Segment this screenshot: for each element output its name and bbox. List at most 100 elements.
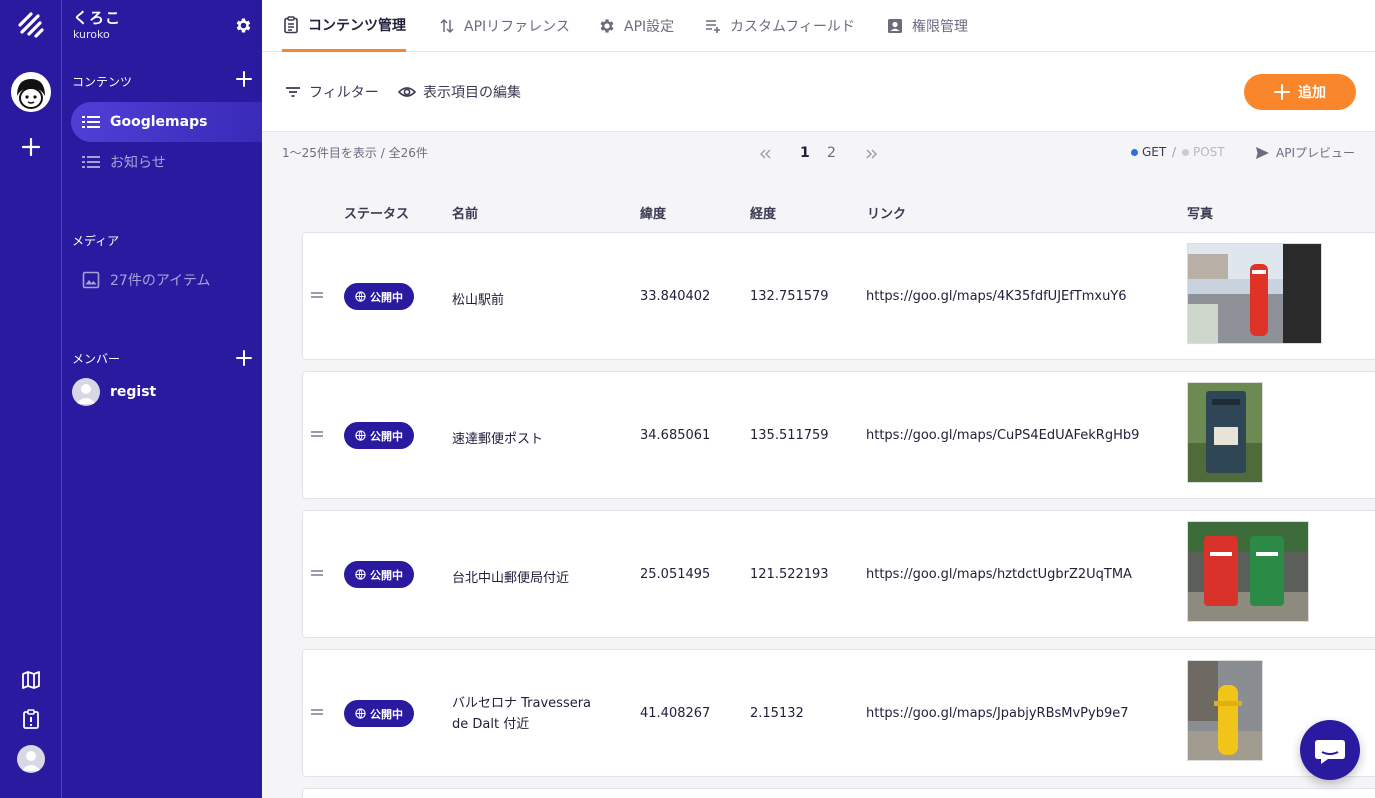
method-separator: / [1172, 145, 1177, 159]
cell-lng: 132.751579 [750, 289, 829, 304]
cell-name: バルセロナ Travessera de Dalt 付近 [452, 693, 612, 735]
cell-link: https://goo.gl/maps/CuPS4EdUAFekRgHb9 [866, 428, 1140, 443]
cell-lat: 25.051495 [640, 567, 711, 582]
tab-api-reference[interactable]: APIリファレンス [438, 0, 570, 52]
tab-label: カスタムフィールド [730, 19, 855, 35]
filter-button[interactable]: フィルター [284, 82, 379, 102]
status-badge: 公開中 [344, 561, 414, 588]
column-header-lng[interactable]: 経度 [750, 203, 776, 222]
main-panel: コンテンツ管理 APIリファレンス API設定 カスタムフィールド 権限管理 フ… [262, 0, 1375, 798]
column-header-photo[interactable]: 写真 [1187, 203, 1213, 222]
column-header-name[interactable]: 名前 [452, 203, 478, 222]
edit-columns-button[interactable]: 表示項目の編集 [398, 82, 521, 102]
cell-link: https://goo.gl/maps/4K35fdfUJEfTmxuY6 [866, 289, 1127, 304]
service-id: kuroko [73, 28, 110, 41]
add-member-icon[interactable] [236, 350, 252, 366]
cell-lat: 33.840402 [640, 289, 711, 304]
global-rail [0, 0, 62, 798]
status-badge: 公開中 [344, 283, 414, 310]
post-method-toggle[interactable]: POST [1182, 145, 1225, 159]
kuroko-face-icon [13, 74, 49, 110]
service-avatar[interactable] [11, 72, 51, 112]
cell-name-line: バルセロナ Travessera [452, 696, 592, 711]
cell-name: 速達郵便ポスト [452, 432, 544, 447]
tab-permissions[interactable]: 権限管理 [886, 0, 968, 52]
tab-label: API設定 [624, 19, 675, 35]
tab-api-settings[interactable]: API設定 [598, 0, 674, 52]
globe-icon [355, 291, 366, 302]
gear-icon[interactable] [234, 16, 253, 35]
tab-label: コンテンツ管理 [308, 17, 406, 34]
table-row[interactable]: 公開中 バルセロナ Travessera de Dalt 付近 41.40826… [302, 649, 1375, 777]
chat-bubble-icon [1315, 740, 1345, 764]
cell-name: 松山駅前 [452, 293, 505, 308]
api-preview-button[interactable]: APIプレビュー [1254, 144, 1355, 161]
column-header-status[interactable]: ステータス [344, 203, 409, 222]
cell-link: https://goo.gl/maps/JpabjyRBsMvPyb9e7 [866, 706, 1129, 721]
add-service-icon[interactable] [21, 137, 41, 157]
table-row[interactable]: 公開中 台北中山郵便局付近 25.051495 121.522193 https… [302, 510, 1375, 638]
edit-columns-label: 表示項目の編集 [423, 85, 521, 101]
cell-name-line: de Dalt 付近 [452, 717, 530, 732]
drag-handle-icon[interactable] [311, 708, 323, 716]
microcms-logo-icon[interactable] [16, 10, 46, 40]
page-2-link[interactable]: 2 [827, 145, 836, 161]
column-header-link[interactable]: リンク [867, 203, 906, 222]
account-avatar[interactable] [17, 745, 45, 773]
last-page-icon[interactable] [865, 147, 879, 161]
member-name: regist [110, 384, 157, 400]
drag-handle-icon[interactable] [311, 291, 323, 299]
photo-thumbnail [1187, 521, 1309, 622]
page-1-link[interactable]: 1 [800, 145, 810, 161]
clipboard-alert-icon[interactable] [20, 708, 42, 730]
member-item[interactable]: regist [72, 378, 156, 406]
sort-arrows-icon [440, 18, 454, 34]
user-icon [21, 751, 41, 771]
table-row[interactable] [302, 788, 1375, 798]
user-icon [76, 384, 96, 404]
get-label: GET [1142, 145, 1167, 159]
eye-icon [398, 87, 416, 97]
account-box-icon [888, 19, 902, 33]
sidebar-item-news[interactable]: お知らせ [82, 152, 166, 172]
first-page-icon[interactable] [758, 147, 772, 161]
status-label: 公開中 [370, 429, 403, 443]
add-content-button[interactable]: 追加 [1244, 74, 1356, 110]
tab-content-management[interactable]: コンテンツ管理 [282, 0, 406, 52]
map-icon[interactable] [20, 669, 42, 691]
table-row[interactable]: 公開中 速達郵便ポスト 34.685061 135.511759 https:/… [302, 371, 1375, 499]
list-toolbar: フィルター 表示項目の編集 追加 [262, 52, 1375, 132]
globe-icon [355, 708, 366, 719]
add-label: 追加 [1298, 84, 1326, 100]
members-section-label: メンバー [72, 352, 121, 366]
chat-support-button[interactable] [1300, 720, 1360, 780]
sidebar-item-media[interactable]: 27件のアイテム [82, 270, 210, 290]
contents-section-label: コンテンツ [72, 75, 133, 89]
post-label: POST [1193, 145, 1225, 159]
add-content-api-icon[interactable] [236, 71, 252, 87]
column-header-lat[interactable]: 緯度 [640, 203, 666, 222]
drag-handle-icon[interactable] [311, 569, 323, 577]
tab-label: 権限管理 [912, 19, 968, 35]
sidebar-item-googlemaps[interactable]: Googlemaps [71, 102, 262, 142]
cell-lat: 41.408267 [640, 706, 711, 721]
drag-handle-icon[interactable] [311, 430, 323, 438]
cell-lng: 135.511759 [750, 428, 829, 443]
photo-thumbnail [1187, 382, 1263, 483]
globe-icon [355, 430, 366, 441]
get-method-toggle[interactable]: GET [1131, 145, 1166, 159]
cell-lat: 34.685061 [640, 428, 711, 443]
tab-bar: コンテンツ管理 APIリファレンス API設定 カスタムフィールド 権限管理 [262, 0, 1375, 52]
sidebar-item-label: Googlemaps [110, 114, 208, 130]
post-dot [1182, 148, 1189, 156]
list-icon [82, 116, 100, 128]
list-range-text: 1〜25件目を表示 / 全26件 [282, 146, 428, 160]
globe-icon [355, 569, 366, 580]
image-icon [82, 271, 100, 289]
gear-icon [600, 19, 614, 33]
sidebar-item-label: お知らせ [110, 155, 166, 171]
cell-link: https://goo.gl/maps/hztdctUgbrZ2UqTMA [866, 567, 1132, 582]
tab-custom-fields[interactable]: カスタムフィールド [704, 0, 855, 52]
table-row[interactable]: 公開中 松山駅前 33.840402 132.751579 https://go… [302, 232, 1375, 360]
cell-lng: 121.522193 [750, 567, 829, 582]
